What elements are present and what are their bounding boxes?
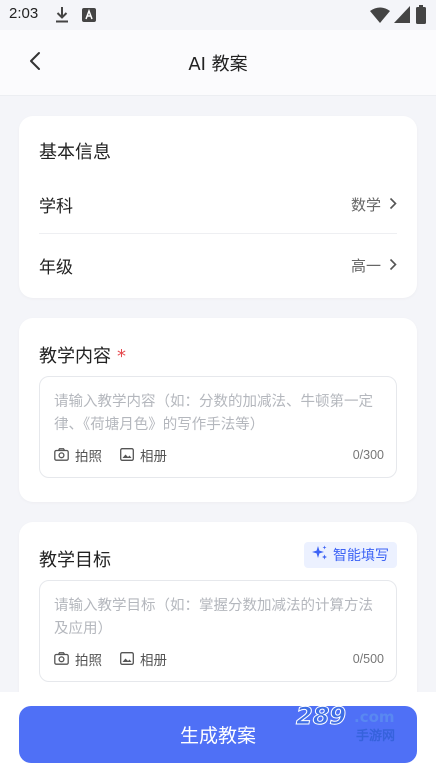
smart-fill-button[interactable]: 智能填写	[304, 542, 397, 568]
album-label: 相册	[140, 653, 167, 669]
download-icon	[54, 6, 70, 28]
image-icon	[120, 446, 134, 465]
character-counter: 0/300	[352, 448, 384, 462]
photo-label: 拍照	[75, 653, 102, 669]
chevron-right-icon	[389, 256, 397, 275]
album-button[interactable]: 相册	[120, 649, 167, 669]
teaching-content-card: 教学内容 * 请输入教学内容（如：分数的加减法、牛顿第一定律、《荷塘月色》的写作手…	[19, 318, 417, 502]
image-icon	[120, 650, 134, 669]
basic-info-title: 基本信息	[39, 142, 111, 163]
camera-icon	[54, 650, 69, 669]
battery-icon	[416, 5, 426, 28]
teaching-content-placeholder: 请输入教学内容（如：分数的加减法、牛顿第一定律、《荷塘月色》的写作手法等）	[54, 394, 373, 433]
status-time: 2:03	[9, 5, 39, 22]
photo-button[interactable]: 拍照	[54, 649, 102, 669]
chevron-right-icon	[389, 195, 397, 214]
character-counter: 0/500	[352, 652, 384, 666]
subject-row[interactable]: 学科 数学	[39, 174, 397, 234]
camera-icon	[54, 446, 69, 465]
app-header: AI 教案	[0, 30, 436, 96]
teaching-content-input[interactable]: 请输入教学内容（如：分数的加减法、牛顿第一定律、《荷塘月色》的写作手法等） 拍照…	[39, 376, 397, 478]
smart-fill-label: 智能填写	[333, 548, 389, 564]
grade-row[interactable]: 年级 高一	[39, 235, 397, 295]
album-label: 相册	[140, 449, 167, 465]
subject-value: 数学	[350, 195, 381, 214]
grade-value: 高一	[350, 256, 381, 275]
basic-info-card: 基本信息 学科 数学 年级 高一	[19, 116, 417, 298]
album-button[interactable]: 相册	[120, 445, 167, 465]
photo-button[interactable]: 拍照	[54, 445, 102, 465]
photo-label: 拍照	[75, 449, 102, 465]
generate-lesson-plan-button[interactable]: 生成教案	[19, 706, 417, 763]
wifi-icon	[370, 7, 390, 27]
teaching-goal-input[interactable]: 请输入教学目标（如：掌握分数加减法的计算方法及应用） 拍照 相册 0/500	[39, 580, 397, 682]
teaching-content-title: 教学内容 *	[39, 342, 126, 368]
bottom-bar: 生成教案	[0, 692, 436, 776]
required-mark: *	[117, 346, 126, 367]
teaching-goal-title: 教学目标	[39, 550, 111, 571]
teaching-goal-placeholder: 请输入教学目标（如：掌握分数加减法的计算方法及应用）	[54, 598, 373, 637]
signal-icon	[394, 6, 410, 27]
subject-label: 学科	[39, 196, 73, 217]
sparkle-icon	[312, 545, 328, 565]
font-icon	[82, 7, 96, 26]
input-toolbar: 拍照 相册 0/300	[54, 445, 384, 465]
row-divider	[39, 233, 397, 234]
input-toolbar: 拍照 相册 0/500	[54, 649, 384, 669]
generate-label: 生成教案	[179, 725, 256, 747]
page-title: AI 教案	[188, 54, 248, 75]
teaching-content-title-text: 教学内容	[39, 346, 111, 367]
status-bar: 2:03	[0, 0, 436, 30]
grade-label: 年级	[39, 257, 73, 278]
